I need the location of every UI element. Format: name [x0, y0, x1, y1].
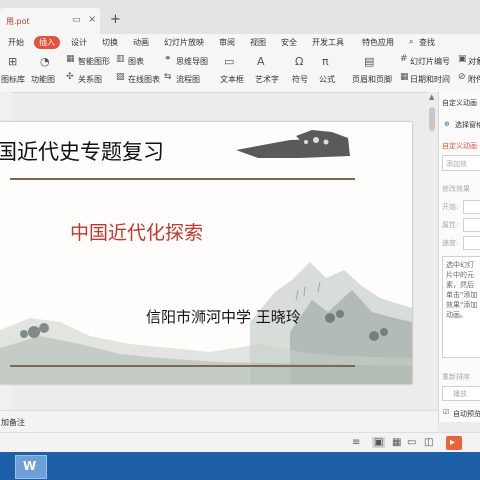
- chart-button[interactable]: 图表: [128, 56, 144, 67]
- document-tab-title: 用.pot: [6, 17, 30, 26]
- tab-bar: 用.pot ▭ × +: [0, 0, 480, 34]
- object-button[interactable]: 对象: [468, 56, 480, 67]
- wordart-icon[interactable]: A: [257, 55, 265, 68]
- icon-library-icon[interactable]: ⊞: [8, 55, 17, 68]
- slide-subtitle[interactable]: 中国近代化探索: [70, 218, 203, 245]
- datetime-icon[interactable]: ▦: [400, 72, 409, 82]
- function-chart-icon[interactable]: ◔: [40, 55, 50, 68]
- play-icon: ▸: [450, 437, 456, 448]
- header-footer-button[interactable]: 页眉和页脚: [352, 74, 392, 85]
- speed-label: 速度:: [442, 239, 459, 247]
- smart-graphic-icon[interactable]: ▦: [66, 54, 75, 64]
- online-chart-icon[interactable]: ▧: [116, 72, 125, 82]
- bottom-divider-line: [10, 365, 355, 367]
- relation-chart-icon[interactable]: ✣: [66, 72, 74, 82]
- textbox-icon[interactable]: ▭: [224, 55, 234, 68]
- symbol-button[interactable]: 符号: [292, 74, 308, 85]
- flowchart-button[interactable]: 流程图: [176, 74, 200, 85]
- formula-icon[interactable]: π: [322, 55, 329, 68]
- wps-taskbar-button[interactable]: W: [15, 455, 47, 479]
- menu-devtools[interactable]: 开发工具: [312, 37, 344, 48]
- normal-view-icon[interactable]: ▣: [372, 437, 386, 448]
- relation-chart-button[interactable]: 关系图: [78, 74, 102, 85]
- start-select[interactable]: [463, 200, 480, 214]
- panel-header: 自定义动画: [442, 99, 477, 107]
- menu-special[interactable]: 特色应用: [362, 37, 394, 48]
- autopreview-checkbox[interactable]: ☑: [443, 408, 449, 416]
- title-divider-line: [10, 178, 355, 180]
- header-footer-icon[interactable]: ▤: [364, 55, 374, 68]
- textbox-button[interactable]: 文本框: [220, 74, 244, 85]
- symbol-icon[interactable]: Ω: [295, 55, 303, 68]
- datetime-button[interactable]: 日期和时间: [410, 74, 450, 85]
- slide-number-icon[interactable]: #: [400, 54, 408, 64]
- animation-list[interactable]: 选中幻灯片中的元素，然后单击"添加效果"添加动画。: [442, 256, 480, 358]
- modify-effect-label: 修改效果: [442, 185, 470, 193]
- notes-toggle-icon[interactable]: ≡: [352, 437, 360, 448]
- chart-icon[interactable]: ▥: [116, 54, 125, 64]
- formula-button[interactable]: 公式: [319, 74, 335, 85]
- menu-animation[interactable]: 动画: [133, 37, 149, 48]
- vertical-scrollbar[interactable]: [427, 92, 437, 410]
- slide-title[interactable]: 国近代史专题复习: [0, 136, 164, 166]
- slide-author[interactable]: 信阳市浉河中学 王晓玲: [146, 306, 301, 327]
- mindmap-icon[interactable]: ⚭: [164, 54, 172, 64]
- windows-taskbar: W: [0, 452, 480, 480]
- sorter-view-icon[interactable]: ▦: [392, 437, 401, 448]
- select-pane-link[interactable]: 选择窗格: [455, 120, 480, 130]
- menu-design[interactable]: 设计: [71, 37, 87, 48]
- wps-logo-icon: W: [23, 459, 37, 473]
- section-title: 自定义动画: [442, 142, 477, 150]
- slideshow-icon[interactable]: ◫: [424, 437, 433, 448]
- search-label[interactable]: 查找: [419, 37, 435, 48]
- flowchart-icon[interactable]: ⇆: [164, 72, 172, 82]
- attachment-icon[interactable]: ⊘: [458, 72, 466, 82]
- menu-transition[interactable]: 切换: [102, 37, 118, 48]
- reorder-label: 重新排序: [442, 373, 470, 381]
- property-label: 属性:: [442, 221, 459, 229]
- close-tab-icon[interactable]: ×: [88, 14, 96, 25]
- start-label: 开始:: [442, 203, 459, 211]
- slide-canvas[interactable]: 国近代史专题复习 中国近代化探索 信阳市浉河中学 王晓玲: [0, 122, 412, 384]
- reading-view-icon[interactable]: ▭: [407, 437, 416, 448]
- menu-review[interactable]: 审阅: [219, 37, 235, 48]
- menu-insert[interactable]: 插入: [34, 36, 60, 49]
- scrollbar-thumb[interactable]: [429, 107, 435, 131]
- attachment-button[interactable]: 附件: [468, 74, 480, 85]
- object-icon[interactable]: ▣: [458, 54, 467, 64]
- document-tab[interactable]: 用.pot ▭ ×: [0, 8, 100, 34]
- add-effect-button[interactable]: 添加效: [442, 155, 480, 171]
- mindmap-button[interactable]: 思维导图: [176, 56, 208, 67]
- play-slideshow-button[interactable]: ▸: [446, 436, 462, 450]
- new-tab-icon[interactable]: +: [110, 12, 121, 27]
- menu-view[interactable]: 视图: [250, 37, 266, 48]
- notes-pane[interactable]: 加备注: [0, 410, 438, 433]
- notes-placeholder: 加备注: [1, 418, 25, 427]
- online-chart-button[interactable]: 在线图表: [128, 74, 160, 85]
- menu-security[interactable]: 安全: [281, 37, 297, 48]
- select-pane-icon[interactable]: ⊕: [444, 120, 450, 128]
- animation-hint: 选中幻灯片中的元素，然后单击"添加效果"添加动画。: [446, 261, 478, 319]
- speed-select[interactable]: [463, 236, 480, 250]
- search-icon[interactable]: ⌕: [409, 37, 413, 47]
- menu-slideshow[interactable]: 幻灯片放映: [164, 37, 204, 48]
- wordart-button[interactable]: 艺术字: [255, 74, 279, 85]
- autopreview-label: 自动预览: [453, 410, 480, 418]
- play-label: 播放: [453, 390, 467, 398]
- smart-graphic-button[interactable]: 智能图形: [78, 56, 110, 67]
- ribbon-toolbar: ⊞ ◔ ▦ 智能图形 ▥ 图表 ⚭ 思维导图 ▭ A Ω π ▤ # 幻灯片编号…: [0, 51, 480, 93]
- monitor-icon[interactable]: ▭: [72, 15, 81, 25]
- ribbon-menu: 开始 插入 设计 切换 动画 幻灯片放映 审阅 视图 安全 开发工具 特色应用 …: [0, 34, 480, 51]
- play-button[interactable]: 播放: [442, 386, 480, 401]
- menu-home[interactable]: 开始: [8, 37, 24, 48]
- slide-number-button[interactable]: 幻灯片编号: [410, 56, 450, 67]
- property-select[interactable]: [463, 218, 480, 232]
- icon-library-button[interactable]: 图标库: [1, 74, 25, 85]
- function-chart-button[interactable]: 功能图: [31, 74, 55, 85]
- custom-animation-panel: 自定义动画 ⊕ 选择窗格 自定义动画 添加效 修改效果 开始: 属性: 速度: …: [438, 92, 480, 422]
- scroll-up-icon[interactable]: ▲: [429, 93, 434, 101]
- add-effect-label: 添加效: [446, 160, 467, 168]
- status-bar: ≡ ▣ ▦ ▭ ◫ ▸: [0, 432, 480, 453]
